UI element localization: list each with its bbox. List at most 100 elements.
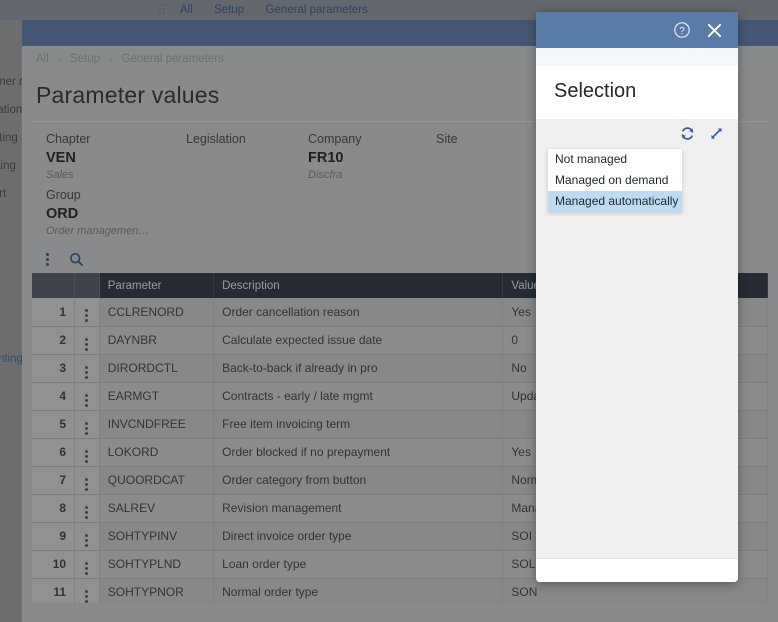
topbar-breadcrumb-general-parameters[interactable]: General parameters (266, 4, 368, 16)
cell-parameter[interactable]: SOHTYPLND (99, 550, 215, 579)
cell-description[interactable]: Free item invoicing term (213, 410, 504, 439)
breadcrumb-separator-icon: › (109, 53, 113, 65)
rail-item-applications[interactable]: Applications (0, 104, 22, 116)
expand-icon[interactable] (709, 126, 724, 141)
row-kebab-menu-icon[interactable] (74, 382, 100, 411)
cell-description[interactable]: Back-to-back if already in pro (213, 354, 504, 383)
rail-item-accounting[interactable]: Accounting (0, 353, 22, 365)
row-number: 5 (32, 410, 76, 439)
cell-description[interactable]: Calculate expected issue date (213, 326, 504, 355)
row-kebab-menu-icon[interactable] (74, 298, 100, 327)
selection-dropdown-list[interactable]: Not managed Managed on demand Managed au… (548, 149, 682, 212)
breadcrumb-separator-icon: › (201, 4, 206, 16)
row-number: 2 (32, 326, 76, 355)
criteria-chapter-label: Chapter (46, 132, 91, 146)
cell-parameter[interactable]: INVCNDFREE (99, 410, 215, 439)
selection-panel-body: Not managed Managed on demand Managed au… (536, 119, 738, 558)
row-kebab-menu-icon[interactable] (74, 578, 100, 603)
criteria-group-label: Group (46, 188, 81, 202)
row-number: 11 (32, 578, 76, 603)
cell-description[interactable]: Revision management (213, 494, 504, 523)
cell-description[interactable]: Loan order type (213, 550, 504, 579)
left-navigation-rail: Customer relations Applications Budgetin… (0, 20, 22, 622)
criteria-legislation: Legislation (186, 132, 306, 169)
search-icon[interactable] (69, 252, 84, 267)
criteria-company-sub: Discfra (308, 169, 343, 181)
row-kebab-menu-icon[interactable] (74, 438, 100, 467)
row-kebab-menu-icon[interactable] (74, 410, 100, 439)
screen-root: All › Setup › General parameters Custome… (0, 0, 778, 622)
criteria-chapter-sub: Sales (46, 169, 74, 181)
cell-parameter[interactable]: EARMGT (99, 382, 215, 411)
criteria-legislation-value[interactable] (186, 150, 306, 167)
criteria-chapter-value[interactable]: VEN (46, 150, 186, 167)
row-number: 8 (32, 494, 76, 523)
cell-parameter[interactable]: SOHTYPNOR (99, 578, 215, 603)
selection-panel-strip (536, 48, 738, 66)
cell-parameter[interactable]: QUOORDCAT (99, 466, 215, 495)
kebab-menu-icon[interactable] (46, 252, 49, 266)
help-circle-icon[interactable]: ? (673, 21, 691, 39)
rail-item-support[interactable]: Support (0, 188, 22, 200)
rail-item-tools[interactable]: Tools (0, 216, 22, 228)
breadcrumb-separator-icon: › (253, 4, 257, 16)
breadcrumb-separator-icon: › (57, 53, 62, 65)
selection-panel-header: ? (536, 12, 738, 48)
criteria-group-value[interactable]: ORD (46, 206, 246, 223)
cell-parameter[interactable]: SOHTYPINV (99, 522, 215, 551)
criteria-group: Group ORD Order managemen… (46, 188, 246, 237)
cell-parameter[interactable]: DIRORDCTL (99, 354, 215, 383)
row-number: 9 (32, 522, 76, 551)
dropdown-option-managed-on-demand[interactable]: Managed on demand (548, 170, 682, 191)
cell-parameter[interactable]: LOKORD (99, 438, 215, 467)
dropdown-option-managed-automatically[interactable]: Managed automatically (548, 191, 682, 212)
grip-dots-icon[interactable] (159, 4, 167, 16)
row-kebab-menu-icon[interactable] (74, 466, 100, 495)
cell-description[interactable]: Contracts - early / late mgmt (213, 382, 504, 411)
selection-panel-footer (536, 558, 738, 582)
row-kebab-menu-icon[interactable] (74, 354, 100, 383)
column-header-rownum[interactable] (32, 273, 76, 298)
cell-parameter[interactable]: DAYNBR (99, 326, 215, 355)
row-number: 4 (32, 382, 76, 411)
column-header-parameter[interactable]: Parameter (99, 273, 215, 298)
cell-description[interactable]: Order blocked if no prepayment (213, 438, 504, 467)
topbar-breadcrumb-setup[interactable]: Setup (214, 4, 244, 16)
topbar-breadcrumb-all[interactable]: All (180, 4, 193, 16)
criteria-group-sub: Order managemen… (46, 225, 150, 237)
column-header-description[interactable]: Description (213, 273, 504, 298)
criteria-company-value[interactable]: FR10 (308, 150, 428, 167)
window-breadcrumb-general-parameters[interactable]: General parameters (122, 53, 224, 65)
cell-parameter[interactable]: SALREV (99, 494, 215, 523)
topbar-breadcrumb: All › Setup › General parameters (180, 0, 368, 20)
svg-text:?: ? (679, 26, 685, 37)
cell-description[interactable]: Order category from button (213, 466, 504, 495)
row-kebab-menu-icon[interactable] (74, 522, 100, 551)
row-number: 6 (32, 438, 76, 467)
refresh-icon[interactable] (680, 126, 695, 141)
rail-item-budgeting[interactable]: Budgeting (0, 132, 22, 144)
row-kebab-menu-icon[interactable] (74, 550, 100, 579)
row-kebab-menu-icon[interactable] (74, 494, 100, 523)
cell-parameter[interactable]: CCLRENORD (99, 298, 215, 327)
criteria-company-label: Company (308, 132, 362, 146)
selection-panel-title: Selection (536, 66, 738, 119)
column-header-rowmenu[interactable] (74, 273, 100, 298)
cell-description[interactable]: Normal order type (213, 578, 504, 603)
window-breadcrumb-all[interactable]: All (36, 53, 49, 65)
close-icon[interactable] (705, 21, 724, 40)
rail-item-customer-relations[interactable]: Customer relations (0, 76, 22, 88)
row-number: 10 (32, 550, 76, 579)
cell-description[interactable]: Order cancellation reason (213, 298, 504, 327)
cell-description[interactable]: Direct invoice order type (213, 522, 504, 551)
rail-item-reporting[interactable]: Reporting (0, 160, 22, 172)
dropdown-option-not-managed[interactable]: Not managed (548, 149, 682, 170)
row-kebab-menu-icon[interactable] (74, 326, 100, 355)
row-number: 3 (32, 354, 76, 383)
criteria-chapter: Chapter VEN Sales (46, 132, 186, 181)
row-number: 7 (32, 466, 76, 495)
selection-panel: ? Selection Not managed Managed on deman… (536, 12, 738, 582)
criteria-legislation-label: Legislation (186, 132, 246, 146)
selection-panel-actions (536, 119, 738, 145)
window-breadcrumb-setup[interactable]: Setup (70, 53, 100, 65)
